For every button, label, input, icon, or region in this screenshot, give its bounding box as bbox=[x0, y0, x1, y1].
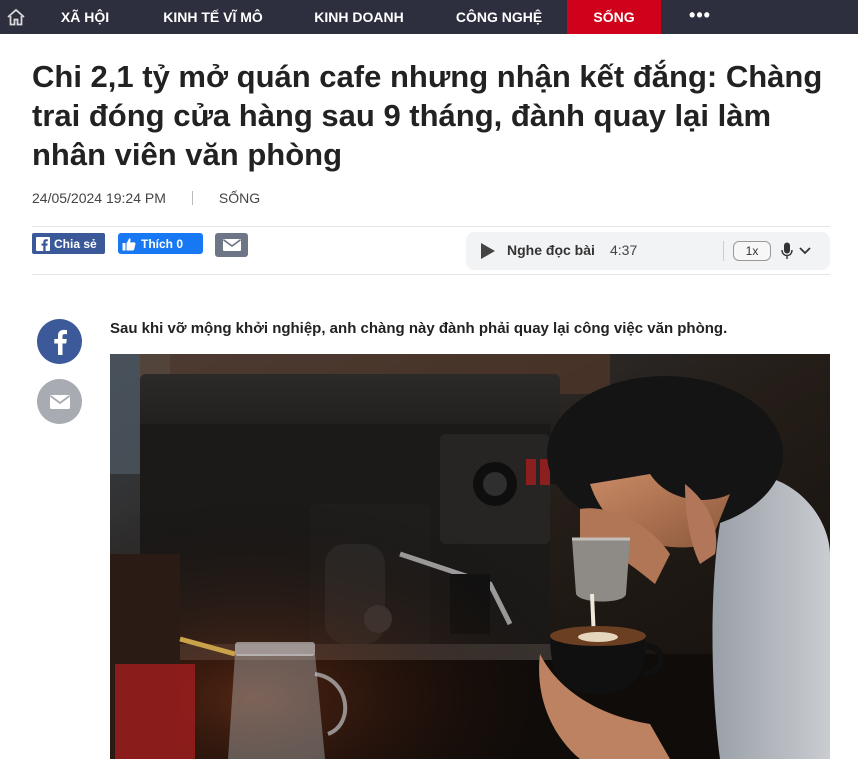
nav-item-cong-nghe[interactable]: CÔNG NGHỆ bbox=[444, 0, 554, 34]
barista-photo-illustration bbox=[110, 354, 830, 759]
nav-item-song[interactable]: SỐNG bbox=[567, 0, 661, 34]
article-meta: 24/05/2024 19:24 PM SỐNG bbox=[32, 188, 260, 208]
nav-item-kinh-doanh[interactable]: KINH DOANH bbox=[302, 0, 416, 34]
article-summary: Sau khi vỡ mộng khởi nghiệp, anh chàng n… bbox=[110, 320, 728, 337]
facebook-icon bbox=[53, 329, 67, 355]
email-icon bbox=[222, 239, 241, 251]
facebook-share-button[interactable]: Chia sẻ bbox=[32, 233, 105, 254]
divider-bottom bbox=[32, 274, 830, 275]
play-icon[interactable] bbox=[480, 242, 496, 260]
playback-speed-button[interactable]: 1x bbox=[733, 241, 771, 261]
like-label: Thích 0 bbox=[141, 236, 184, 251]
article-title: Chi 2,1 tỷ mở quán cafe nhưng nhận kết đ… bbox=[32, 59, 823, 172]
divider-top bbox=[32, 226, 830, 227]
facebook-icon bbox=[36, 236, 50, 251]
listen-label: Nghe đọc bài bbox=[507, 242, 595, 258]
nav-item-xa-hoi[interactable]: XÃ HỘI bbox=[48, 0, 122, 34]
side-email-button[interactable] bbox=[37, 379, 82, 424]
home-button[interactable] bbox=[4, 5, 28, 29]
more-menu-button[interactable]: ••• bbox=[680, 0, 720, 34]
share-label: Chia sẻ bbox=[54, 236, 97, 251]
facebook-like-button[interactable]: Thích 0 bbox=[118, 233, 203, 254]
chevron-down-icon bbox=[799, 247, 811, 255]
microphone-icon bbox=[781, 242, 793, 259]
publish-date: 24/05/2024 19:24 PM bbox=[32, 190, 166, 206]
player-divider bbox=[723, 241, 724, 261]
email-icon bbox=[49, 394, 70, 409]
home-icon bbox=[7, 8, 25, 26]
audio-player: Nghe đọc bài 4:37 1x bbox=[466, 232, 830, 270]
category-link[interactable]: SỐNG bbox=[219, 190, 260, 206]
voice-select-button[interactable] bbox=[781, 241, 821, 261]
nav-item-kinh-te-vi-mo[interactable]: KINH TẾ VĨ MÔ bbox=[150, 0, 276, 34]
side-facebook-button[interactable] bbox=[37, 319, 82, 364]
article-photo bbox=[110, 354, 830, 759]
audio-duration: 4:37 bbox=[610, 242, 638, 258]
thumbs-up-icon bbox=[122, 237, 136, 250]
email-share-button[interactable] bbox=[215, 233, 248, 257]
top-navigation: XÃ HỘI KINH TẾ VĨ MÔ KINH DOANH CÔNG NGH… bbox=[0, 0, 858, 34]
meta-divider bbox=[191, 191, 193, 205]
